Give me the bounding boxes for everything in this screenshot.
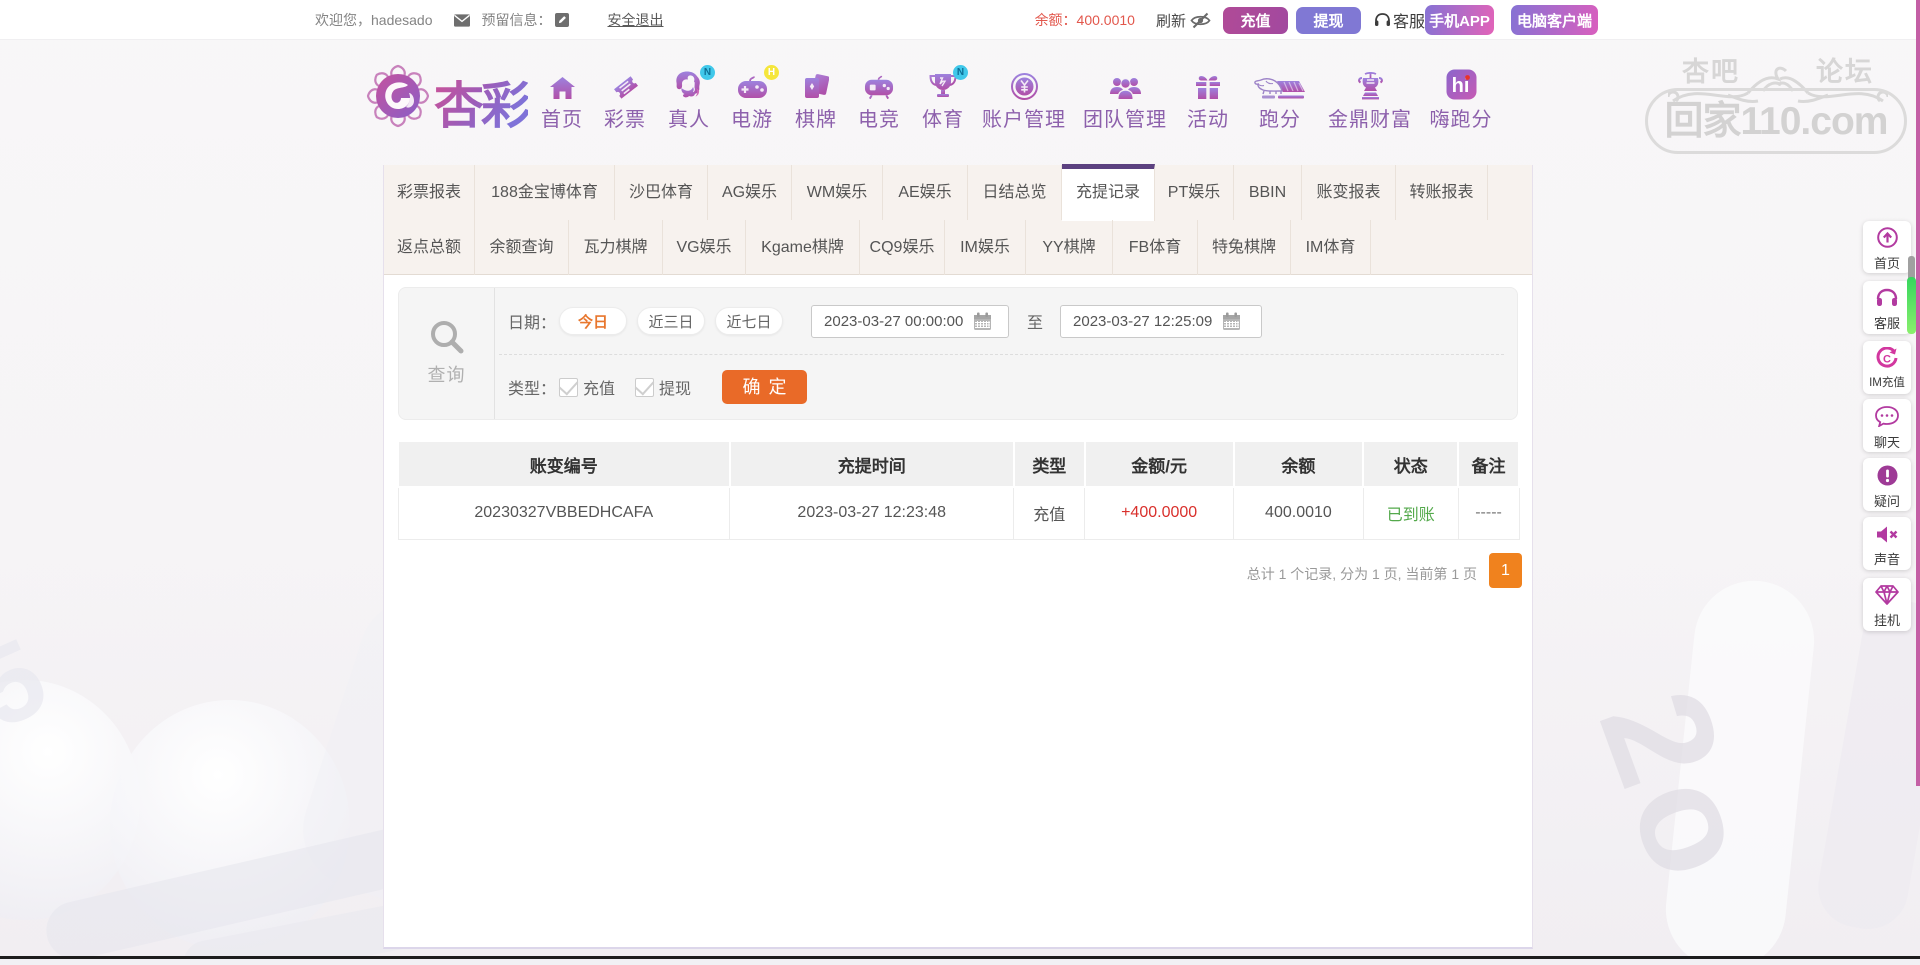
svg-text:C: C xyxy=(1883,354,1891,366)
